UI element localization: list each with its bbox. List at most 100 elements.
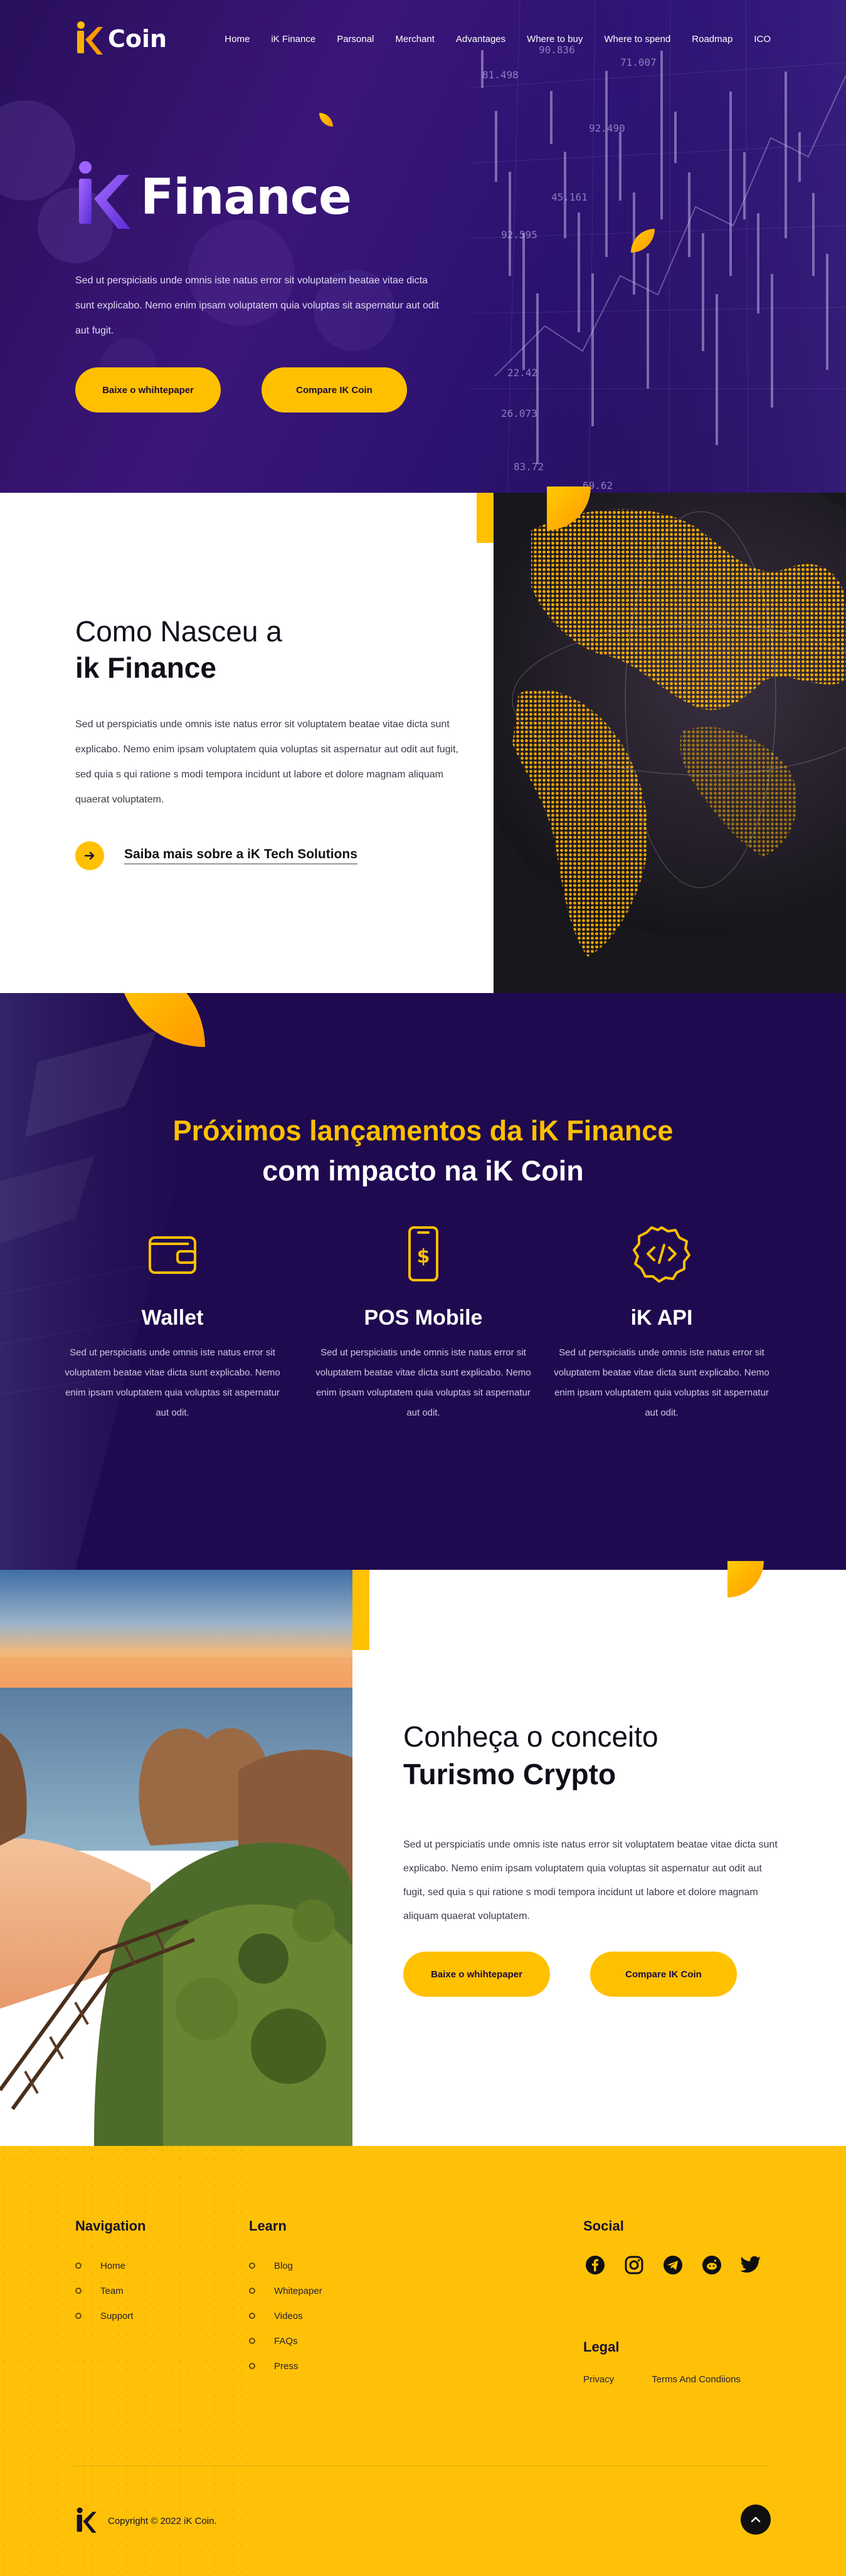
download-whitepaper-button[interactable]: Baixe o whihtepaper: [403, 1952, 550, 1997]
bullet-icon: [249, 2313, 255, 2319]
footer-heading: Navigation: [75, 2218, 146, 2234]
footer-link-label: Press: [274, 2360, 299, 2372]
footer-heading: Social: [583, 2218, 624, 2234]
crypto-tourism-section: Conheça o conceito Turismo Crypto Sed ut…: [0, 1561, 846, 2146]
footer-navigation: Navigation Home Team Support: [75, 2218, 145, 2328]
site-logo[interactable]: Coin: [75, 21, 167, 57]
leaf-decoration: [727, 1561, 764, 1597]
about-title-line2: ik Finance: [75, 651, 216, 684]
footer-link-home[interactable]: Home: [75, 2253, 145, 2278]
stock-market-background: 81.498 90.836 71.007 92.490 45.161 92.59…: [470, 0, 846, 493]
hero-title-text: Finance: [140, 169, 352, 226]
nav-item-personal[interactable]: Parsonal: [337, 34, 374, 45]
nav-item-ik-finance[interactable]: iK Finance: [271, 34, 315, 45]
feature-title: POS Mobile: [364, 1306, 483, 1330]
chart-number: 71.007: [620, 56, 657, 68]
chart-number: 92.595: [501, 229, 537, 241]
chart-number: 26.073: [501, 407, 537, 419]
footer-link-press[interactable]: Press: [249, 2353, 322, 2379]
footer-link-terms[interactable]: Terms And Condiions: [652, 2374, 741, 2385]
nav-item-where-to-buy[interactable]: Where to buy: [527, 34, 583, 45]
site-footer: Navigation Home Team Support Learn Blog …: [0, 2146, 846, 2576]
bullet-icon: [249, 2363, 255, 2369]
about-title: Como Nasceu a ik Finance: [75, 613, 282, 686]
nav-item-advantages[interactable]: Advantages: [456, 34, 505, 45]
footer-legal: Legal Privacy Terms And Condiions: [583, 2339, 741, 2385]
footer-copyright: Copyright © 2022 iK Coin.: [75, 2507, 217, 2535]
api-code-icon: [633, 1226, 690, 1283]
nav-item-ico[interactable]: ICO: [754, 34, 771, 45]
footer-link-privacy[interactable]: Privacy: [583, 2374, 614, 2385]
svg-text:$: $: [417, 1246, 430, 1268]
about-section: Como Nasceu a ik Finance Sed ut perspici…: [0, 486, 846, 993]
hero-section: 81.498 90.836 71.007 92.490 45.161 92.59…: [0, 0, 846, 493]
beach-photo: [0, 1570, 352, 2146]
tourism-title-line2: Turismo Crypto: [403, 1758, 616, 1790]
download-whitepaper-button[interactable]: Baixe o whihtepaper: [75, 367, 221, 413]
tourism-description: Sed ut perspiciatis unde omnis iste natu…: [403, 1839, 778, 1921]
feature-title: Wallet: [141, 1306, 204, 1330]
feature-ik-api: iK API Sed ut perspiciatis unde omnis is…: [552, 1222, 771, 1423]
telegram-icon[interactable]: [661, 2253, 685, 2277]
footer-link-label: Videos: [274, 2310, 303, 2321]
compare-ik-coin-button[interactable]: Compare IK Coin: [590, 1952, 737, 1997]
compare-ik-coin-button[interactable]: Compare IK Coin: [262, 367, 407, 413]
feature-text: Sed ut perspiciatis unde omnis iste natu…: [554, 1347, 769, 1418]
chart-number: 92.490: [589, 122, 625, 134]
hero-title: Finance: [75, 160, 352, 235]
wallet-icon: [149, 1236, 196, 1274]
upcoming-launches-section: Próximos lançamentos da iK Finance com i…: [0, 993, 846, 1570]
footer-link-label: Team: [100, 2285, 124, 2296]
bullet-icon: [75, 2313, 82, 2319]
footer-link-faqs[interactable]: FAQs: [249, 2328, 322, 2353]
learn-more-link[interactable]: Saiba mais sobre a iK Tech Solutions: [75, 841, 357, 870]
footer-link-support[interactable]: Support: [75, 2303, 145, 2328]
about-description: Sed ut perspiciatis unde omnis iste natu…: [75, 719, 458, 805]
chevron-up-icon: [751, 2516, 761, 2523]
footer-social: Social: [583, 2218, 763, 2277]
learn-more-label: Saiba mais sobre a iK Tech Solutions: [124, 847, 357, 865]
chart-number: 81.498: [482, 69, 519, 81]
footer-link-blog[interactable]: Blog: [249, 2253, 322, 2278]
ik-finance-logo-icon: [79, 161, 130, 229]
footer-link-label: Home: [100, 2260, 126, 2271]
nav-item-where-to-spend[interactable]: Where to spend: [604, 34, 670, 45]
footer-learn: Learn Blog Whitepaper Videos FAQs Press: [249, 2218, 322, 2379]
reddit-icon[interactable]: [700, 2253, 724, 2277]
bullet-icon: [249, 2338, 255, 2344]
ik-logo-icon: [77, 2507, 97, 2533]
footer-heading: Learn: [249, 2218, 287, 2234]
footer-link-team[interactable]: Team: [75, 2278, 145, 2303]
nav-item-merchant[interactable]: Merchant: [395, 34, 435, 45]
feature-pos-mobile: $ POS Mobile Sed ut perspiciatis unde om…: [314, 1222, 533, 1423]
beach-landscape-image: [0, 1570, 352, 2146]
accent-bar: [477, 493, 494, 543]
hero-description: Sed ut perspiciatis unde omnis iste natu…: [75, 275, 439, 336]
twitter-icon[interactable]: [739, 2253, 763, 2277]
bullet-icon: [75, 2263, 82, 2269]
digital-globe-image: [494, 493, 846, 993]
tourism-title-line1: Conheça o conceito: [403, 1720, 658, 1753]
footer-link-whitepaper[interactable]: Whitepaper: [249, 2278, 322, 2303]
feature-text: Sed ut perspiciatis unde omnis iste natu…: [65, 1347, 280, 1418]
back-to-top-button[interactable]: [741, 2505, 771, 2535]
footer-link-videos[interactable]: Videos: [249, 2303, 322, 2328]
footer-link-label: FAQs: [274, 2335, 298, 2347]
tourism-title: Conheça o conceito Turismo Crypto: [403, 1718, 658, 1793]
nav-item-roadmap[interactable]: Roadmap: [692, 34, 732, 45]
footer-link-label: Support: [100, 2310, 134, 2321]
mobile-pos-icon: $: [408, 1226, 438, 1281]
footer-link-label: Whitepaper: [274, 2285, 322, 2296]
globe-illustration: [494, 493, 846, 993]
facebook-icon[interactable]: [583, 2253, 607, 2277]
instagram-icon[interactable]: [622, 2253, 646, 2277]
ik-logo-icon: [77, 21, 103, 55]
footer-link-label: Blog: [274, 2260, 293, 2271]
logo-text: Coin: [108, 25, 167, 53]
products-heading-line1: Próximos lançamentos da iK Finance: [172, 1115, 674, 1147]
leaf-decoration: [319, 113, 333, 127]
arrow-right-icon: [75, 841, 104, 870]
nav-item-home[interactable]: Home: [225, 34, 250, 45]
products-heading-line2: com impacto na iK Coin: [262, 1155, 584, 1187]
bullet-icon: [249, 2263, 255, 2269]
